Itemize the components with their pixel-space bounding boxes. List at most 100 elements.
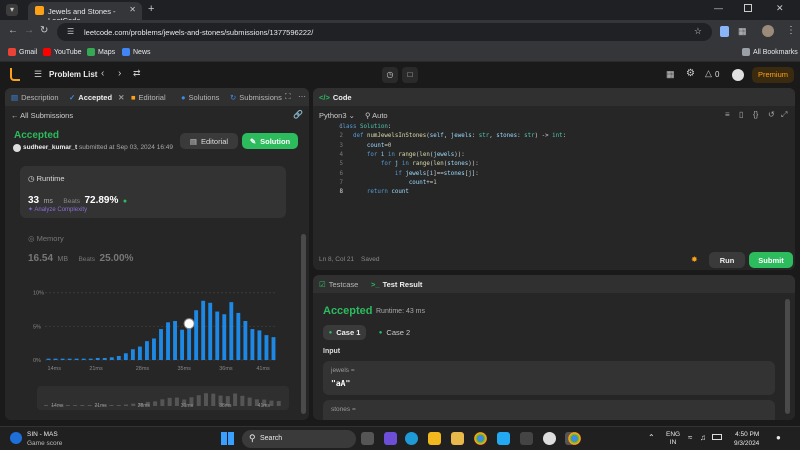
expand-icon[interactable]: ⛶ [285,92,291,102]
game-icon[interactable] [543,432,556,445]
case-2-tab[interactable]: ● Case 2 [373,325,416,340]
menu-icon[interactable]: ⋮ [786,25,796,36]
chart-overview-strip[interactable]: 14ms 21ms 28ms 31ms 38ms 41ms [37,386,289,410]
reset-icon[interactable]: ↺ [768,110,775,119]
language-indicator[interactable]: ENG IN [666,431,680,447]
volume-icon[interactable]: ♫ [700,433,706,442]
jewels-input-box[interactable]: jewels = "aA" [323,361,775,395]
wifi-icon[interactable]: ≈ [688,433,692,442]
layout-icon[interactable]: ▦ [666,69,675,80]
problem-list-icon[interactable]: ☰ [34,69,42,80]
tab-testcase[interactable]: ☑ Testcase [319,280,358,289]
puzzle-icon[interactable]: ▦ [738,26,747,37]
left-scrollbar[interactable] [301,234,306,414]
browser-tab[interactable]: Jewels and Stones - LeetCode ✕ [28,2,142,25]
extension-icon[interactable] [720,26,729,37]
stones-input-box[interactable]: stones = [323,400,775,420]
code-tab[interactable]: </> Code [319,93,352,102]
next-problem-icon[interactable]: › [118,68,121,79]
bookmark-icon[interactable]: ▯ [739,110,743,119]
bookmark-gmail[interactable]: Gmail [8,48,37,56]
notification-icon[interactable]: ● [776,433,781,442]
vscode-icon[interactable] [497,432,510,445]
tab-test-result[interactable]: >_ Test Result [371,280,422,289]
problem-list-link[interactable]: Problem List [49,70,97,79]
minimize-icon[interactable]: — [714,3,723,13]
chart-bar[interactable] [102,357,107,360]
settings-gear-icon[interactable]: ⚙ [686,68,695,79]
streak-fire-icon[interactable]: △ [705,68,712,79]
runtime-chart-svg[interactable]: 10% 5% 0% 14ms 21ms 28ms 35ms 36ms 41ms [5,278,305,376]
bookmark-star-icon[interactable]: ☆ [694,26,702,37]
format-icon[interactable]: ≡ [725,110,730,119]
submitter-avatar[interactable] [13,144,21,152]
run-button[interactable]: Run [709,252,745,268]
chart-bar[interactable] [215,311,220,360]
avatar[interactable] [762,25,774,37]
timer-icon[interactable]: ◷ [382,67,398,83]
chart-bar[interactable] [74,358,79,360]
taskbar-search[interactable]: ⚲ Search [242,430,356,448]
bookmark-youtube[interactable]: YouTube [43,48,82,56]
chart-bar[interactable] [81,358,86,360]
premium-button[interactable]: Premium [752,67,794,83]
mini-chart-svg[interactable]: 14ms 21ms 28ms 31ms 38ms 41ms [37,386,289,410]
chart-bar[interactable] [257,330,262,360]
chart-bar[interactable] [180,329,185,360]
runtime-distribution-chart[interactable]: 10% 5% 0% 14ms 21ms 28ms 35ms 36ms 41ms [5,278,305,376]
panel-more-icon[interactable]: ⋯ [298,92,306,101]
all-bookmarks[interactable]: All Bookmarks [742,48,798,56]
weather-title[interactable]: SIN - MAS [27,431,58,438]
analyze-complexity-link[interactable]: ✦ Analyze Complexity [28,206,87,213]
tab-accepted[interactable]: ✓ Accepted ✕ [69,93,124,102]
weather-icon[interactable] [10,432,22,444]
all-submissions-link[interactable]: ← All Submissions [11,111,73,120]
copy-link-icon[interactable]: 🔗 [293,110,303,119]
chart-bar[interactable] [67,358,72,360]
maximize-icon[interactable] [744,4,752,12]
app-icon[interactable] [520,432,533,445]
close-tab-x-icon[interactable]: ✕ [118,93,124,102]
submit-button[interactable]: Submit [749,252,793,268]
prev-problem-icon[interactable]: ‹ [101,68,104,79]
notes-icon[interactable]: □ [402,67,418,83]
chart-bar[interactable] [159,329,163,360]
bookmark-news[interactable]: News [122,48,151,56]
chart-bar[interactable] [271,337,276,360]
edge-icon[interactable] [405,432,418,445]
editorial-button[interactable]: ▤ Editorial [180,133,238,149]
close-window-icon[interactable]: ✕ [776,3,784,14]
test-scrollbar[interactable] [785,299,790,414]
case-1-tab[interactable]: ● Case 1 [323,325,366,340]
chart-bar[interactable] [166,322,170,360]
chart-highlight-marker[interactable] [183,318,195,330]
chart-bar[interactable] [46,358,51,360]
tray-chevron-icon[interactable]: ⌃ [648,433,655,442]
file-explorer-icon[interactable] [428,432,441,445]
reload-icon[interactable]: ↻ [40,25,48,36]
runtime-card[interactable]: ◷ Runtime 33 ms Beats 72.89% ● ✦ Analyze… [20,166,286,218]
chart-bar[interactable] [116,355,121,360]
chart-bar[interactable] [60,358,65,360]
chart-bar[interactable] [173,320,177,360]
chart-bar[interactable] [88,358,93,360]
chart-bar[interactable] [194,310,199,360]
tab-submissions[interactable]: ↻ Submissions [230,93,282,102]
tab-editorial[interactable]: ■ Editorial [131,93,166,102]
memory-heading[interactable]: ◎ Memory [28,234,64,243]
photos-icon[interactable] [451,432,464,445]
chart-bar[interactable] [109,357,114,360]
chart-bar[interactable] [201,300,206,360]
bookmark-maps[interactable]: Maps [87,48,115,56]
close-tab-icon[interactable]: ✕ [129,5,136,14]
forward-icon[interactable]: → [24,25,34,36]
chrome-active-icon[interactable] [568,432,581,445]
chart-bar[interactable] [53,358,58,360]
tab-search-icon[interactable]: ▾ [6,4,18,16]
meet-icon[interactable] [384,432,397,445]
chart-bar[interactable] [243,320,248,360]
chart-bar[interactable] [137,346,142,360]
chart-bar[interactable] [123,353,128,360]
chart-bar[interactable] [236,312,241,360]
chrome-icon[interactable] [474,432,487,445]
